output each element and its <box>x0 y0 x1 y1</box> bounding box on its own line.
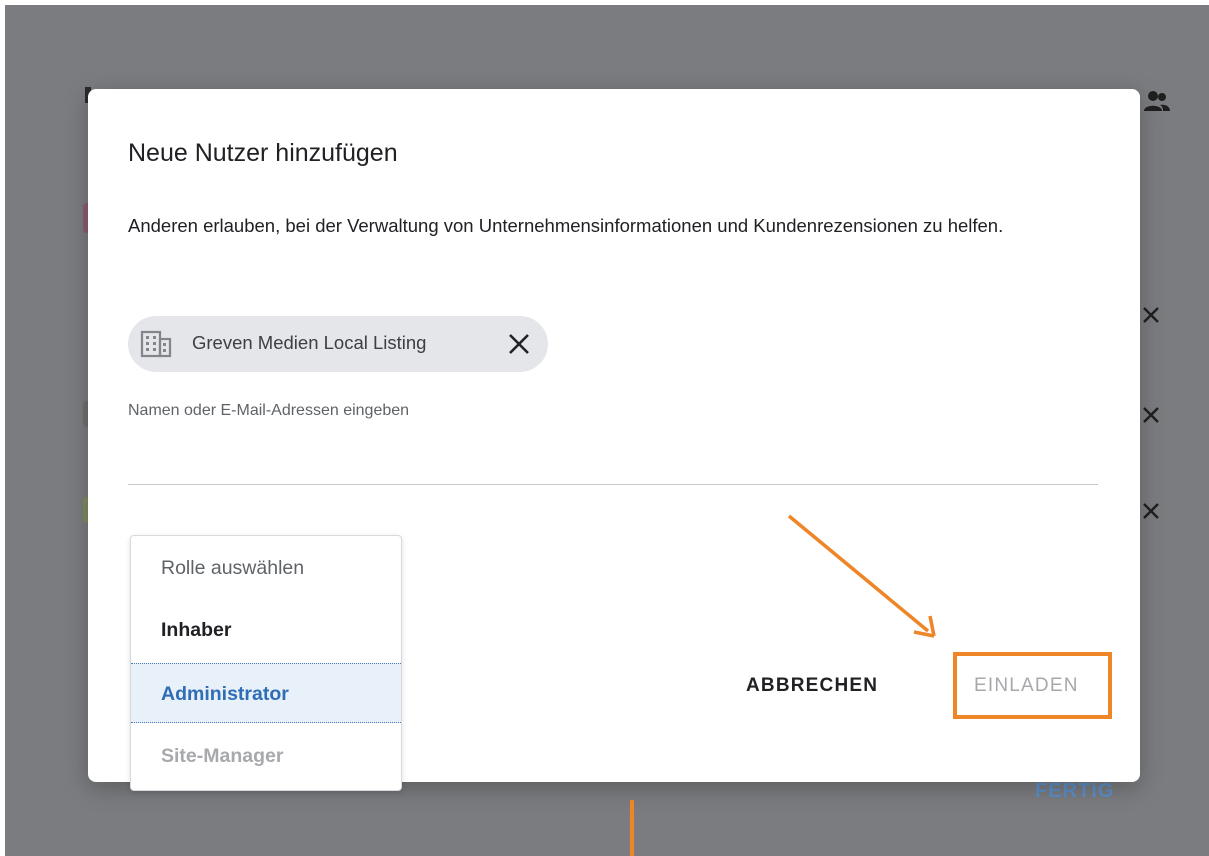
cancel-button[interactable]: ABBRECHEN <box>746 675 878 697</box>
business-chip: Greven Medien Local Listing <box>128 316 548 372</box>
role-menu-header: Rolle auswählen <box>161 557 305 579</box>
building-icon <box>140 330 172 358</box>
close-icon[interactable] <box>506 331 532 357</box>
role-dropdown-menu: Rolle auswählen Inhaber Administrator Si… <box>130 535 402 791</box>
role-option-site-manager[interactable]: Site-Manager <box>131 726 401 786</box>
done-button[interactable]: FERTIG <box>1035 780 1114 803</box>
people-icon[interactable] <box>1142 89 1170 113</box>
invite-button[interactable]: EINLADEN <box>974 675 1079 697</box>
close-icon[interactable] <box>1141 305 1161 325</box>
chip-label: Greven Medien Local Listing <box>192 332 427 353</box>
email-input[interactable] <box>128 399 1098 485</box>
role-option-administrator[interactable]: Administrator <box>131 663 401 723</box>
dialog-description: Anderen erlauben, bei der Verwaltung von… <box>128 215 1004 236</box>
close-icon[interactable] <box>1141 405 1161 425</box>
close-icon[interactable] <box>1141 501 1161 521</box>
dialog-title: Neue Nutzer hinzufügen <box>128 139 398 167</box>
role-option-owner[interactable]: Inhaber <box>131 600 401 660</box>
